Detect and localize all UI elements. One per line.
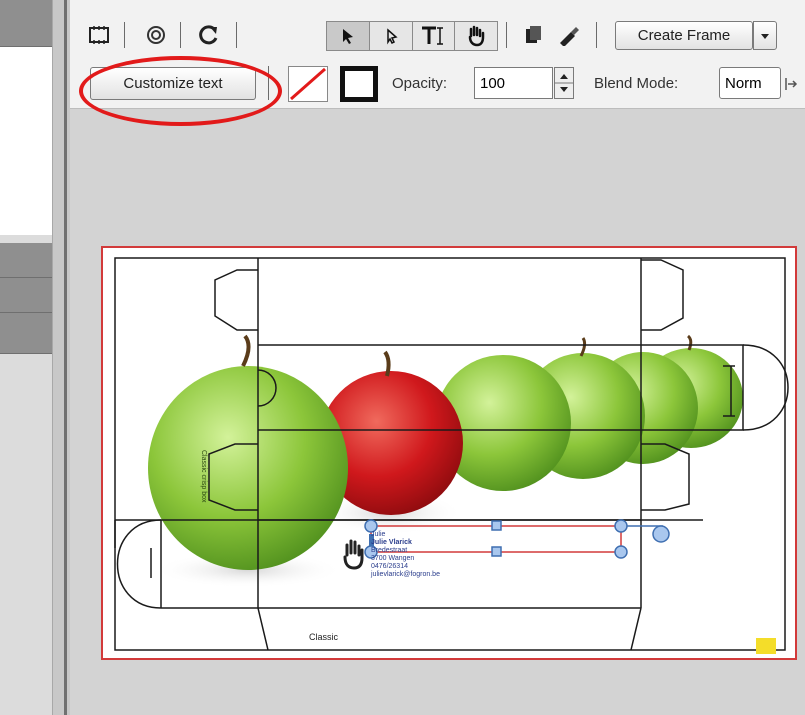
stroke-color-swatch[interactable] xyxy=(340,66,378,102)
stepper-up-icon[interactable] xyxy=(560,74,568,79)
stepper-down-icon[interactable] xyxy=(560,87,568,92)
tool-group xyxy=(326,21,498,51)
toolbar-separator xyxy=(506,22,507,48)
resize-handle[interactable] xyxy=(614,519,628,533)
side-flap-label: Classic crisp box xyxy=(200,450,207,503)
corner-marker xyxy=(756,638,776,654)
panel-content xyxy=(0,47,52,235)
blend-mode-label: Blend Mode: xyxy=(594,75,679,92)
contact-line: julievlarick@fogron.be xyxy=(371,571,440,578)
create-frame-button[interactable]: Create Frame xyxy=(615,21,753,50)
rotate-handle[interactable] xyxy=(652,525,670,543)
contact-line: 0476/26314 xyxy=(371,563,408,570)
divider-line xyxy=(64,0,67,715)
contact-text-block[interactable]: Julie Julie Vlarick Bredestraat 3700 Wan… xyxy=(371,531,440,579)
left-panel xyxy=(0,0,52,715)
annotation-highlight xyxy=(79,56,282,126)
create-frame-dropdown[interactable] xyxy=(753,21,777,50)
panel-section-2[interactable] xyxy=(0,278,52,313)
blend-mode-select[interactable]: Norm xyxy=(719,67,781,99)
text-tool-icon[interactable] xyxy=(413,22,456,50)
overflow-arrow-icon[interactable] xyxy=(784,75,800,93)
panel-section-1[interactable] xyxy=(0,243,52,278)
contact-line: Bredestraat xyxy=(371,547,408,554)
chevron-down-icon xyxy=(761,33,769,39)
resize-handle[interactable] xyxy=(614,545,628,559)
main-toolbar: Create Frame xyxy=(70,0,805,59)
eyedropper-icon[interactable] xyxy=(556,20,582,50)
toolbar-separator xyxy=(180,22,181,48)
bottom-panel-label: Classic xyxy=(309,632,339,642)
target-icon[interactable] xyxy=(144,20,168,50)
panel-divider[interactable] xyxy=(52,0,71,715)
toolbar-separator xyxy=(124,22,125,48)
no-fill-icon xyxy=(290,67,326,101)
rotate-icon[interactable] xyxy=(196,20,222,50)
toolbar-separator xyxy=(596,22,597,48)
contact-line: Julie Vlarick xyxy=(371,539,412,546)
copy-icon[interactable] xyxy=(522,20,544,50)
toolbar-separator xyxy=(236,22,237,48)
contact-line: Julie xyxy=(371,531,386,538)
opacity-label: Opacity: xyxy=(392,75,448,92)
hand-cursor-icon xyxy=(343,539,364,570)
select-arrow-icon[interactable] xyxy=(327,22,370,50)
resize-handle[interactable] xyxy=(491,546,502,557)
opacity-input[interactable]: 100 xyxy=(474,67,553,99)
panel-header[interactable] xyxy=(0,0,52,47)
resize-handle[interactable] xyxy=(491,520,502,531)
design-canvas[interactable]: Julie Julie Vlarick Bredestraat 3700 Wan… xyxy=(101,246,797,660)
contact-line: 3700 Wangen xyxy=(371,555,415,562)
opacity-stepper[interactable] xyxy=(554,67,574,99)
hand-icon[interactable] xyxy=(455,22,497,50)
panel-section-3[interactable] xyxy=(0,313,52,354)
node-select-icon[interactable] xyxy=(370,22,413,50)
fill-color-swatch[interactable] xyxy=(288,66,328,102)
apple-front xyxy=(148,334,348,588)
crop-icon[interactable] xyxy=(86,20,112,50)
